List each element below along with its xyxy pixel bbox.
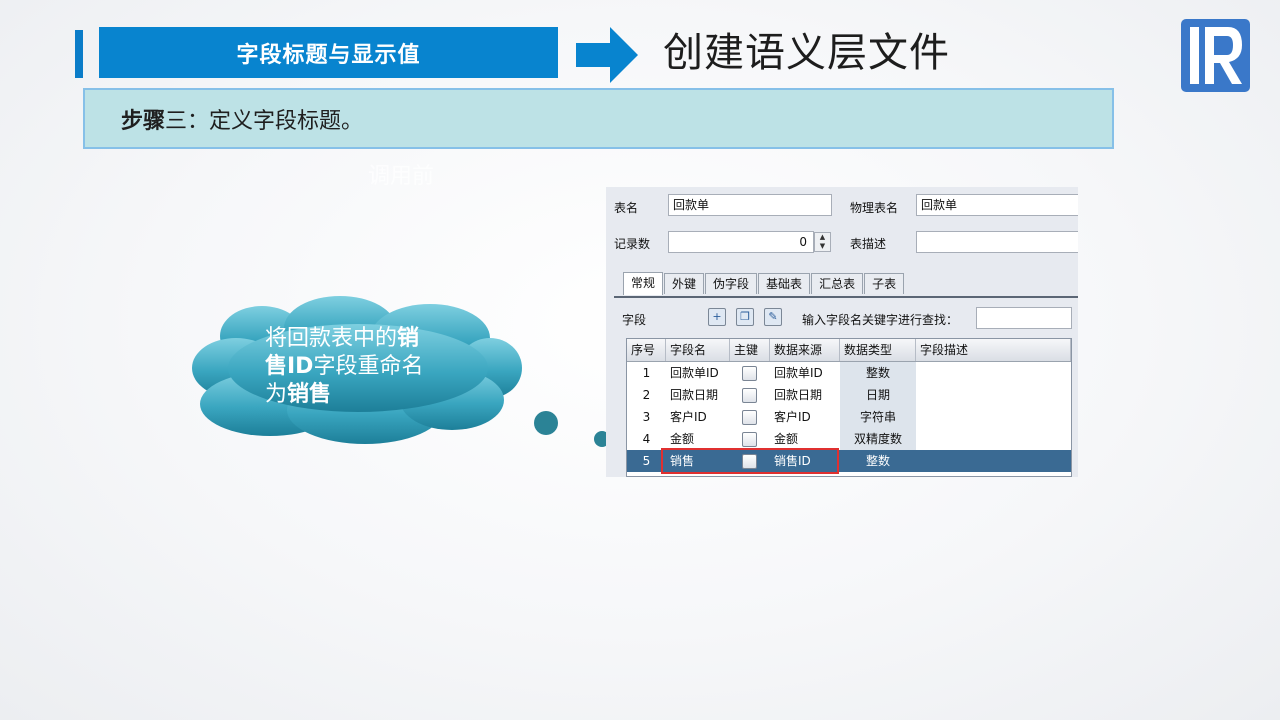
tab-pseudo-field[interactable]: 伪字段	[705, 273, 758, 294]
row-pk	[730, 428, 770, 450]
record-count-spinner[interactable]: ▲ ▼	[814, 232, 831, 252]
callout-line2-bold: 售ID	[265, 354, 314, 379]
table-row[interactable]: 4 金额 金额 双精度数	[627, 428, 1071, 450]
row-data-type[interactable]: 双精度数	[840, 428, 916, 450]
row-seq: 4	[642, 432, 651, 446]
row-description[interactable]	[916, 362, 1071, 384]
search-label: 输入字段名关键字进行查找：	[802, 313, 959, 327]
row-source[interactable]: 回款单ID	[770, 362, 840, 384]
highlight-box	[661, 448, 839, 474]
row-field-name[interactable]: 回款日期	[666, 384, 730, 406]
row-description[interactable]	[916, 450, 1071, 472]
tab-general[interactable]: 常规	[623, 272, 664, 295]
copy-field-icon[interactable]: ❐	[736, 308, 754, 326]
tab-divider	[614, 296, 1078, 298]
callout-line1: 将回款表中的	[265, 326, 398, 351]
tab-bar: 常规 外键 伪字段 基础表 汇总表 子表	[623, 272, 905, 295]
callout-line2: 字段重命名	[313, 354, 424, 379]
col-source[interactable]: 数据来源	[770, 339, 840, 361]
paste-field-icon[interactable]: ✎	[764, 308, 782, 326]
table-desc-label: 表描述	[850, 237, 887, 251]
row-data-type[interactable]: 字符串	[840, 406, 916, 428]
row-pk	[730, 362, 770, 384]
callout-line3-bold: 销售	[287, 382, 332, 407]
section-label: 字段标题与显示值	[99, 27, 558, 78]
row-pk	[730, 406, 770, 428]
row-source[interactable]: 回款日期	[770, 384, 840, 406]
record-count-label: 记录数	[614, 237, 651, 251]
table-editor-dialog: 表名 回款单 物理表名 回款单 记录数 0 ▲ ▼ 表描述 常规 外键 伪字段 …	[606, 187, 1078, 477]
primary-key-checkbox[interactable]	[742, 410, 757, 425]
row-seq: 3	[642, 410, 651, 424]
row-field-name[interactable]: 回款单ID	[666, 362, 730, 384]
step-label: 步骤	[121, 107, 166, 134]
spin-down-icon[interactable]: ▼	[815, 242, 830, 251]
table-row[interactable]: 1 回款单ID 回款单ID 整数	[627, 362, 1071, 384]
table-row[interactable]: 3 客户ID 客户ID 字符串	[627, 406, 1071, 428]
page-title: 创建语义层文件	[663, 30, 950, 76]
row-description[interactable]	[916, 428, 1071, 450]
physical-name-input[interactable]: 回款单	[916, 194, 1078, 216]
field-label: 字段	[622, 313, 647, 327]
primary-key-checkbox[interactable]	[742, 432, 757, 447]
callout-line3: 为	[265, 382, 288, 407]
row-seq: 1	[642, 366, 651, 380]
table-row[interactable]: 2 回款日期 回款日期 日期	[627, 384, 1071, 406]
row-data-type[interactable]: 日期	[840, 384, 916, 406]
logo-icon	[1181, 19, 1250, 92]
record-count-input[interactable]: 0	[668, 231, 814, 253]
primary-key-checkbox[interactable]	[742, 388, 757, 403]
row-data-type[interactable]: 整数	[840, 450, 916, 472]
col-seq[interactable]: 序号	[627, 339, 666, 361]
tab-foreign-key[interactable]: 外键	[664, 273, 705, 294]
step-banner: 步骤 三：定义字段标题。	[83, 88, 1114, 149]
callout-line1-bold: 销	[397, 326, 420, 351]
ghost-text: 调用前	[368, 164, 435, 189]
accent-bar	[75, 30, 83, 78]
callout-text: 将回款表中的销 售ID字段重命名 为销售	[265, 325, 455, 409]
row-pk	[730, 384, 770, 406]
table-name-input[interactable]: 回款单	[668, 194, 832, 216]
table-name-label: 表名	[614, 201, 639, 215]
right-arrow-icon	[576, 27, 638, 83]
row-description[interactable]	[916, 406, 1071, 428]
physical-name-label: 物理表名	[850, 201, 899, 215]
callout-dot-large	[534, 411, 558, 435]
field-search-input[interactable]	[976, 307, 1072, 329]
col-description[interactable]: 字段描述	[916, 339, 1071, 361]
col-data-type[interactable]: 数据类型	[840, 339, 916, 361]
table-desc-input[interactable]	[916, 231, 1078, 253]
add-field-icon[interactable]: +	[708, 308, 726, 326]
spin-up-icon[interactable]: ▲	[815, 233, 830, 242]
row-field-name[interactable]: 客户ID	[666, 406, 730, 428]
row-field-name[interactable]: 金额	[666, 428, 730, 450]
tab-base-table[interactable]: 基础表	[758, 273, 811, 294]
col-field-name[interactable]: 字段名	[666, 339, 730, 361]
row-description[interactable]	[916, 384, 1071, 406]
tab-summary-table[interactable]: 汇总表	[811, 273, 864, 294]
primary-key-checkbox[interactable]	[742, 366, 757, 381]
row-source[interactable]: 客户ID	[770, 406, 840, 428]
col-primary-key[interactable]: 主键	[730, 339, 770, 361]
row-seq: 2	[642, 388, 651, 402]
grid-header: 序号 字段名 主键 数据来源 数据类型 字段描述	[627, 339, 1071, 362]
step-text: 三：定义字段标题。	[165, 108, 364, 134]
row-source[interactable]: 金额	[770, 428, 840, 450]
tab-sub-table[interactable]: 子表	[864, 273, 905, 294]
row-data-type[interactable]: 整数	[840, 362, 916, 384]
